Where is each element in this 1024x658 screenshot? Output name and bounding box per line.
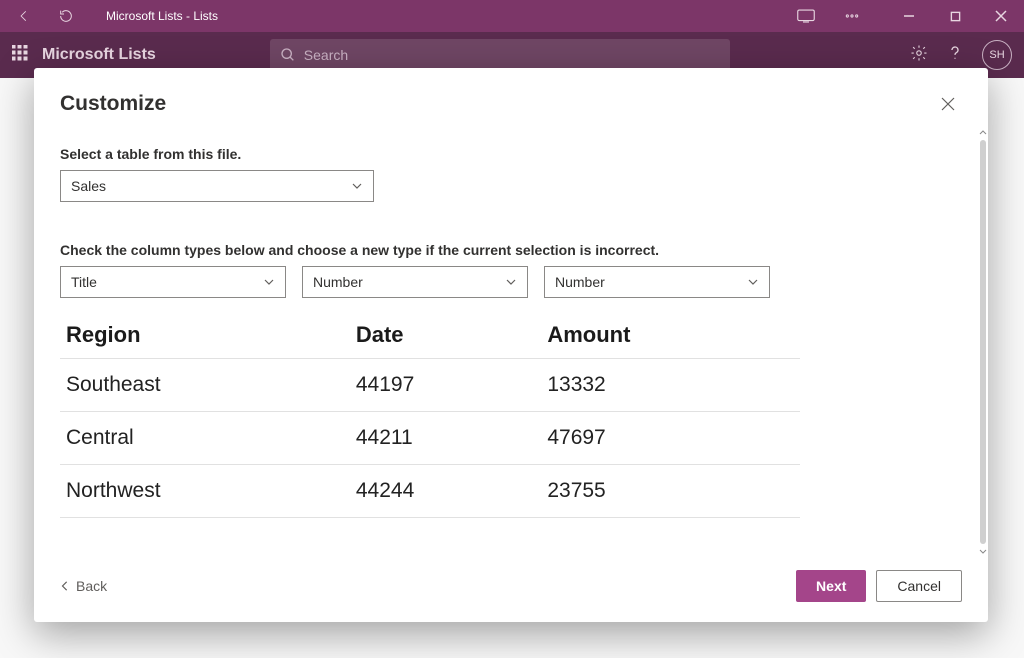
chevron-left-icon bbox=[60, 581, 70, 591]
table-row: Central 44211 47697 bbox=[60, 412, 800, 465]
next-button[interactable]: Next bbox=[796, 570, 866, 602]
cancel-label: Cancel bbox=[897, 578, 941, 594]
scroll-down-arrow-icon[interactable] bbox=[978, 546, 988, 556]
cell-date: 44197 bbox=[350, 359, 541, 412]
preview-header: Region bbox=[60, 312, 350, 359]
column-type-value: Number bbox=[313, 274, 363, 290]
minimize-button[interactable] bbox=[886, 0, 932, 32]
refresh-icon[interactable] bbox=[54, 4, 78, 28]
next-label: Next bbox=[816, 578, 846, 594]
more-icon[interactable] bbox=[840, 4, 864, 28]
column-types-label: Check the column types below and choose … bbox=[60, 242, 962, 258]
cancel-button[interactable]: Cancel bbox=[876, 570, 962, 602]
column-type-dropdown-2[interactable]: Number bbox=[544, 266, 770, 298]
table-row: Northwest 44244 23755 bbox=[60, 465, 800, 518]
column-type-value: Title bbox=[71, 274, 97, 290]
close-window-button[interactable] bbox=[978, 0, 1024, 32]
tablet-icon[interactable] bbox=[794, 4, 818, 28]
modal-title: Customize bbox=[60, 92, 166, 116]
column-type-dropdown-0[interactable]: Title bbox=[60, 266, 286, 298]
back-label: Back bbox=[76, 578, 107, 594]
table-row: Southeast 44197 13332 bbox=[60, 359, 800, 412]
cell-amount: 13332 bbox=[541, 359, 800, 412]
cell-region: Southeast bbox=[60, 359, 350, 412]
chevron-down-icon bbox=[747, 276, 759, 288]
chevron-down-icon bbox=[263, 276, 275, 288]
cell-amount: 23755 bbox=[541, 465, 800, 518]
cell-date: 44244 bbox=[350, 465, 541, 518]
column-type-dropdown-1[interactable]: Number bbox=[302, 266, 528, 298]
table-select-label: Select a table from this file. bbox=[60, 146, 962, 162]
preview-header: Amount bbox=[541, 312, 800, 359]
cell-amount: 47697 bbox=[541, 412, 800, 465]
customize-modal: Customize Select a table from this file.… bbox=[34, 68, 988, 622]
cell-region: Central bbox=[60, 412, 350, 465]
column-type-value: Number bbox=[555, 274, 605, 290]
settings-icon[interactable] bbox=[910, 44, 928, 67]
scroll-up-arrow-icon[interactable] bbox=[978, 128, 988, 138]
close-modal-button[interactable] bbox=[934, 90, 962, 118]
search-box[interactable] bbox=[270, 39, 730, 71]
back-button[interactable]: Back bbox=[60, 578, 107, 594]
table-select-value: Sales bbox=[71, 178, 106, 194]
modal-scrollbar[interactable] bbox=[978, 128, 988, 556]
cell-region: Northwest bbox=[60, 465, 350, 518]
chevron-down-icon bbox=[351, 180, 363, 192]
preview-header: Date bbox=[350, 312, 541, 359]
back-arrow-icon[interactable] bbox=[12, 4, 36, 28]
scrollbar-thumb[interactable] bbox=[980, 140, 986, 544]
maximize-button[interactable] bbox=[932, 0, 978, 32]
search-input[interactable] bbox=[304, 47, 720, 63]
window-titlebar: Microsoft Lists - Lists bbox=[0, 0, 1024, 32]
table-select-dropdown[interactable]: Sales bbox=[60, 170, 374, 202]
cell-date: 44211 bbox=[350, 412, 541, 465]
help-icon[interactable] bbox=[946, 44, 964, 67]
user-avatar[interactable]: SH bbox=[982, 40, 1012, 70]
chevron-down-icon bbox=[505, 276, 517, 288]
app-brand[interactable]: Microsoft Lists bbox=[42, 46, 156, 64]
table-preview: Region Date Amount Southeast 44197 13332… bbox=[60, 312, 962, 518]
app-launcher-icon[interactable] bbox=[12, 45, 28, 66]
window-title: Microsoft Lists - Lists bbox=[96, 9, 218, 23]
